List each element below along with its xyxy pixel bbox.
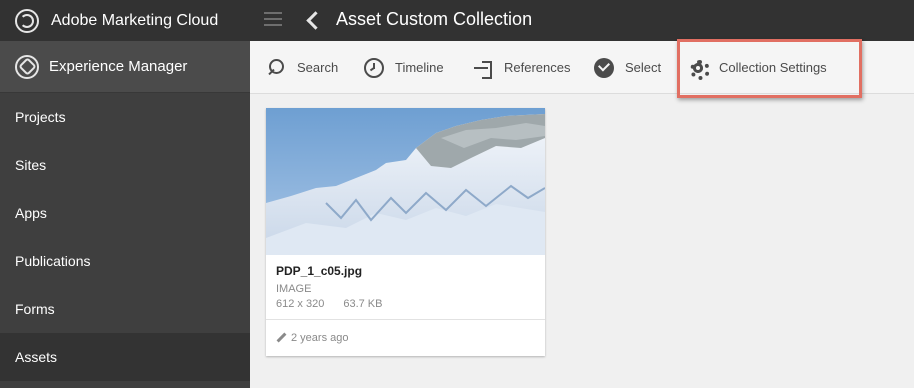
sidebar-header-label: Experience Manager bbox=[49, 58, 188, 75]
sidebar-item-sites[interactable]: Sites bbox=[0, 141, 250, 189]
sidebar-item-publications[interactable]: Publications bbox=[0, 237, 250, 285]
asset-meta: 612 x 320 63.7 KB bbox=[276, 298, 535, 310]
references-label: References bbox=[504, 60, 571, 75]
sidebar-item-label: Sites bbox=[15, 157, 47, 173]
asset-modified: 2 years ago bbox=[291, 332, 349, 344]
gear-icon bbox=[688, 58, 710, 80]
back-arrow-icon[interactable] bbox=[303, 8, 323, 32]
sidebar-item-label: Assets bbox=[15, 349, 58, 365]
adobe-marketing-cloud-logo-icon bbox=[15, 8, 39, 33]
search-icon bbox=[266, 58, 286, 78]
references-icon bbox=[473, 58, 493, 79]
asset-type: IMAGE bbox=[276, 283, 312, 295]
sidebar: Experience Manager Projects Sites Apps P… bbox=[0, 41, 250, 388]
asset-name: PDP_1_c05.jpg bbox=[276, 264, 363, 278]
asset-thumbnail bbox=[266, 108, 545, 255]
sidebar-item-apps[interactable]: Apps bbox=[0, 189, 250, 237]
references-button[interactable]: References bbox=[473, 41, 570, 94]
search-button[interactable]: Search bbox=[266, 41, 338, 94]
page-title: Asset Custom Collection bbox=[336, 9, 533, 29]
sidebar-item-label: Forms bbox=[15, 301, 55, 317]
select-button[interactable]: Select bbox=[594, 41, 661, 94]
collection-settings-label: Collection Settings bbox=[719, 60, 827, 75]
menu-icon[interactable] bbox=[264, 12, 282, 28]
top-bar: Adobe Marketing Cloud Asset Custom Colle… bbox=[0, 0, 914, 41]
experience-manager-icon bbox=[15, 54, 39, 79]
asset-card[interactable]: PDP_1_c05.jpg IMAGE 612 x 320 63.7 KB 2 … bbox=[266, 108, 545, 356]
check-circle-icon bbox=[594, 57, 614, 78]
timeline-button[interactable]: Timeline bbox=[364, 41, 444, 94]
search-label: Search bbox=[297, 60, 339, 75]
brand-title: Adobe Marketing Cloud bbox=[51, 11, 219, 29]
asset-info: PDP_1_c05.jpg IMAGE 612 x 320 63.7 KB bbox=[266, 255, 545, 319]
clock-icon bbox=[364, 57, 384, 78]
sidebar-item-label: Projects bbox=[15, 109, 66, 125]
sidebar-item-assets[interactable]: Assets bbox=[0, 333, 250, 381]
asset-dimensions: 612 x 320 bbox=[276, 298, 325, 310]
collection-settings-button[interactable]: Collection Settings bbox=[688, 41, 827, 94]
sidebar-item-label: Publications bbox=[15, 253, 91, 269]
sidebar-header[interactable]: Experience Manager bbox=[0, 41, 250, 93]
sidebar-item-forms[interactable]: Forms bbox=[0, 285, 250, 333]
sidebar-item-projects[interactable]: Projects bbox=[0, 93, 250, 141]
timeline-label: Timeline bbox=[395, 60, 444, 75]
action-bar: Search Timeline References Select Collec… bbox=[250, 41, 914, 94]
pencil-icon bbox=[276, 333, 286, 343]
asset-size: 63.7 KB bbox=[343, 298, 383, 310]
sidebar-item-label: Apps bbox=[15, 205, 47, 221]
brand[interactable]: Adobe Marketing Cloud bbox=[0, 0, 250, 41]
select-label: Select bbox=[625, 60, 662, 75]
asset-footer: 2 years ago bbox=[266, 319, 545, 356]
